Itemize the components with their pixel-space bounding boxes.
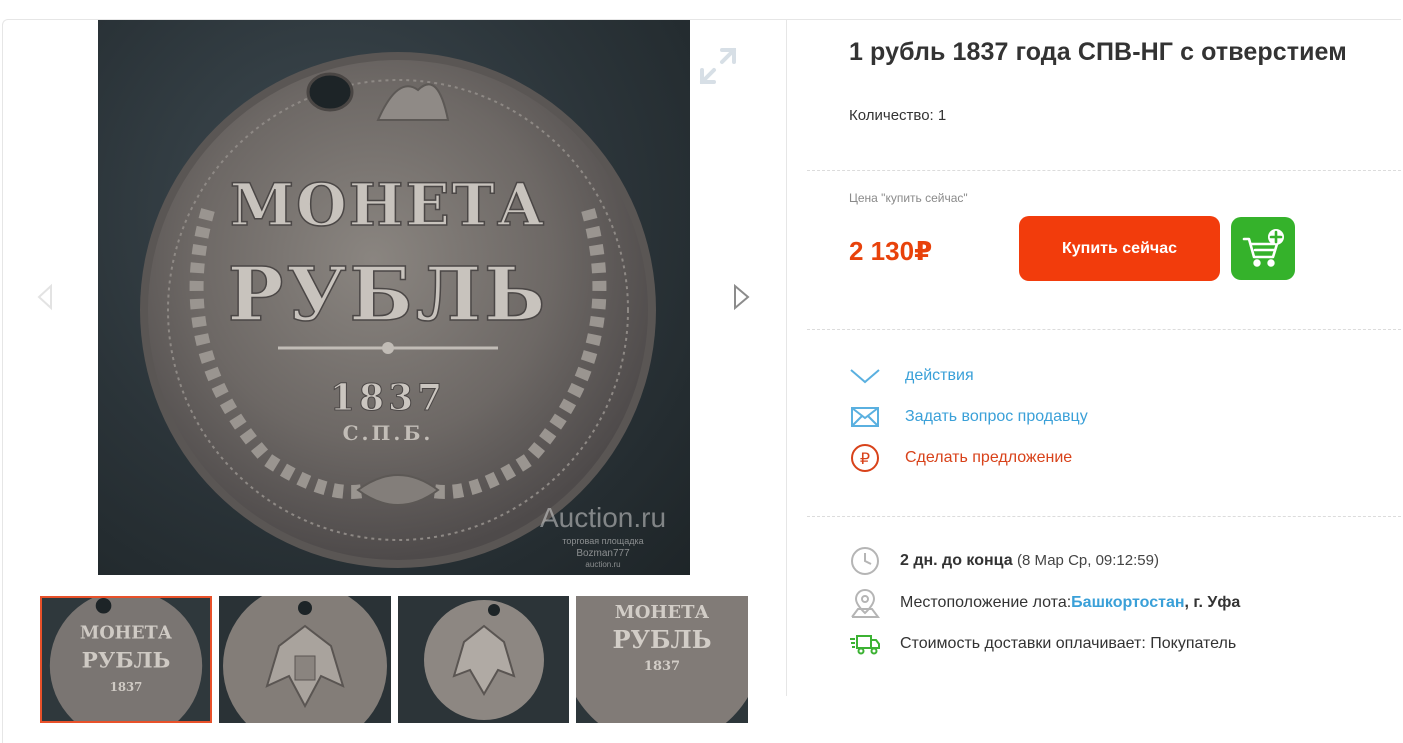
ask-seller-label[interactable]: Задать вопрос продавцу	[905, 408, 1088, 426]
watermark-line3: auction.ru	[585, 560, 620, 569]
thumb1-word1: МОНЕТА	[80, 624, 173, 644]
divider	[807, 516, 1401, 517]
chevron-down-icon	[849, 361, 881, 391]
next-photo-arrow-icon[interactable]	[730, 283, 752, 311]
column-divider	[786, 19, 787, 696]
coin-mint: С.П.Б.	[343, 421, 434, 445]
watermark-brand: Auction.ru	[540, 502, 666, 533]
actions-label[interactable]: действия	[905, 367, 974, 385]
shipping-row: Стоимость доставки оплачивает: Покупател…	[849, 628, 1236, 660]
actions-dropdown[interactable]: действия	[849, 361, 974, 391]
prev-photo-arrow-icon[interactable]	[35, 283, 55, 311]
make-offer-link[interactable]: ₽ Сделать предложение	[849, 443, 1072, 473]
coin-word-rubl: РУБЛЬ	[228, 252, 548, 338]
divider	[807, 329, 1401, 330]
price-label: Цена "купить сейчас"	[849, 191, 968, 205]
svg-text:₽: ₽	[860, 449, 870, 468]
location-text: Местоположение лота:Башкортостан, г. Уфа	[900, 594, 1240, 612]
location-row: Местоположение лота:Башкортостан, г. Уфа	[849, 587, 1240, 619]
thumbnail-4[interactable]: МОНЕТА РУБЛЬ 1837	[576, 596, 748, 723]
coin-word-moneta: МОНЕТА	[230, 171, 546, 239]
end-date: (8 Мар Ср, 09:12:59)	[1017, 552, 1159, 569]
ruble-circle-icon: ₽	[849, 443, 881, 473]
thumb4-word1: МОНЕТА	[615, 602, 710, 623]
buy-now-button[interactable]: Купить сейчас	[1019, 216, 1220, 281]
fullscreen-expand-icon[interactable]	[696, 44, 740, 88]
cart-plus-icon	[1242, 229, 1284, 267]
thumb4-word2: РУБЛЬ	[612, 625, 711, 654]
thumb4-year: 1837	[644, 659, 680, 674]
lot-title: 1 рубль 1837 года СПВ-НГ с отверстием	[849, 38, 1347, 66]
map-pin-icon	[849, 587, 881, 619]
thumbnail-2[interactable]	[219, 596, 391, 723]
make-offer-label[interactable]: Сделать предложение	[905, 449, 1072, 467]
thumbnail-1[interactable]: МОНЕТА РУБЛЬ 1837	[40, 596, 212, 723]
shipping-text: Стоимость доставки оплачивает: Покупател…	[900, 635, 1237, 652]
thumb1-year: 1837	[110, 680, 143, 694]
add-to-cart-button[interactable]	[1231, 217, 1295, 280]
location-label: Местоположение лота:	[900, 594, 1072, 611]
watermark-line1: торговая площадка	[562, 536, 643, 546]
coin-image: МОНЕТА РУБЛЬ 1837 С.П.Б. Auction.ru торг…	[140, 52, 666, 569]
time-left-value: 2 дн. до конца	[900, 552, 1013, 569]
thumbnail-3[interactable]	[398, 596, 569, 723]
location-region-link[interactable]: Башкортостан	[1071, 594, 1184, 611]
location-city: , г. Уфа	[1184, 594, 1241, 611]
watermark-line2: Bozman777	[576, 548, 630, 559]
quantity-label: Количество: 1	[849, 107, 947, 124]
main-lot-photo[interactable]: МОНЕТА РУБЛЬ 1837 С.П.Б. Auction.ru торг…	[98, 20, 690, 575]
time-left-row: 2 дн. до конца (8 Мар Ср, 09:12:59)	[849, 545, 1159, 577]
clock-icon	[849, 545, 881, 577]
time-left-text: 2 дн. до конца (8 Мар Ср, 09:12:59)	[900, 552, 1159, 570]
envelope-icon	[849, 402, 881, 432]
delivery-truck-icon	[849, 628, 881, 660]
price-value: 2 130₽	[849, 236, 933, 266]
ask-seller-link[interactable]: Задать вопрос продавцу	[849, 402, 1088, 432]
coin-year: 1837	[330, 377, 446, 419]
thumb1-word2: РУБЛЬ	[82, 649, 171, 674]
divider	[807, 170, 1401, 171]
